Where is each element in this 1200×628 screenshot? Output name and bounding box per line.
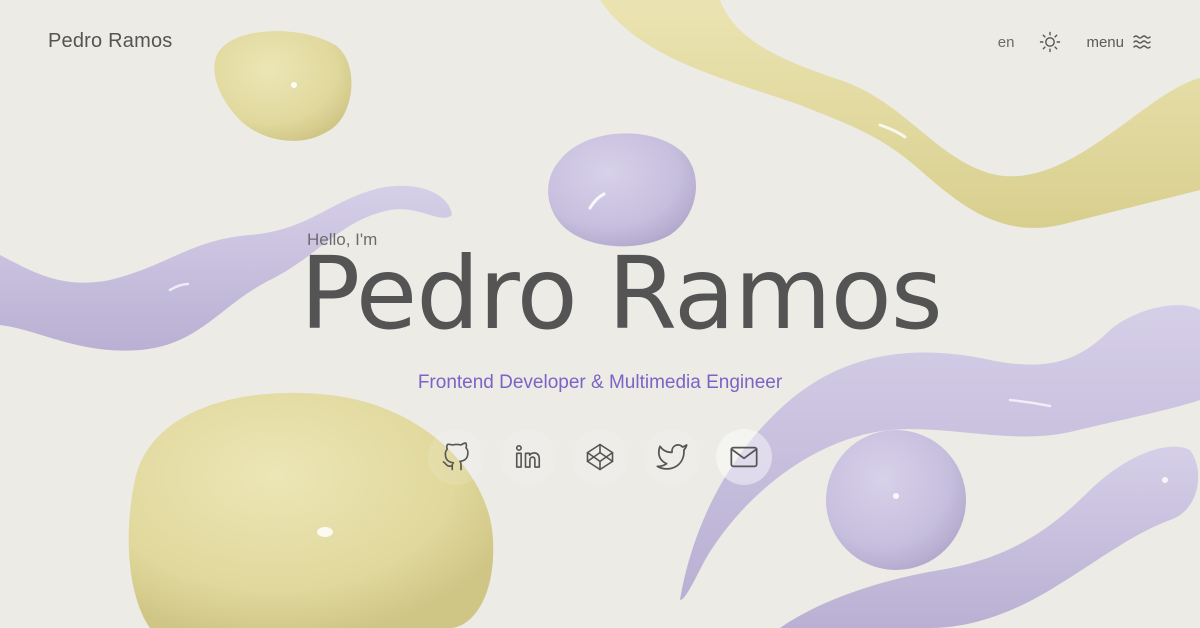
mail-icon <box>730 446 758 468</box>
codepen-icon <box>586 443 614 471</box>
codepen-link[interactable] <box>572 429 628 485</box>
github-link[interactable] <box>428 429 484 485</box>
hero-section: Hello, I'm Pedro Ramos Frontend Develope… <box>0 0 1200 628</box>
hero-subtitle: Frontend Developer & Multimedia Engineer <box>417 372 783 393</box>
email-link[interactable] <box>716 429 772 485</box>
hero-name-heading: Pedro Ramos <box>300 235 943 352</box>
social-links <box>428 429 772 485</box>
twitter-link[interactable] <box>644 429 700 485</box>
linkedin-icon <box>515 444 541 468</box>
linkedin-link[interactable] <box>500 429 556 485</box>
twitter-icon <box>656 444 688 470</box>
github-icon <box>442 442 469 471</box>
